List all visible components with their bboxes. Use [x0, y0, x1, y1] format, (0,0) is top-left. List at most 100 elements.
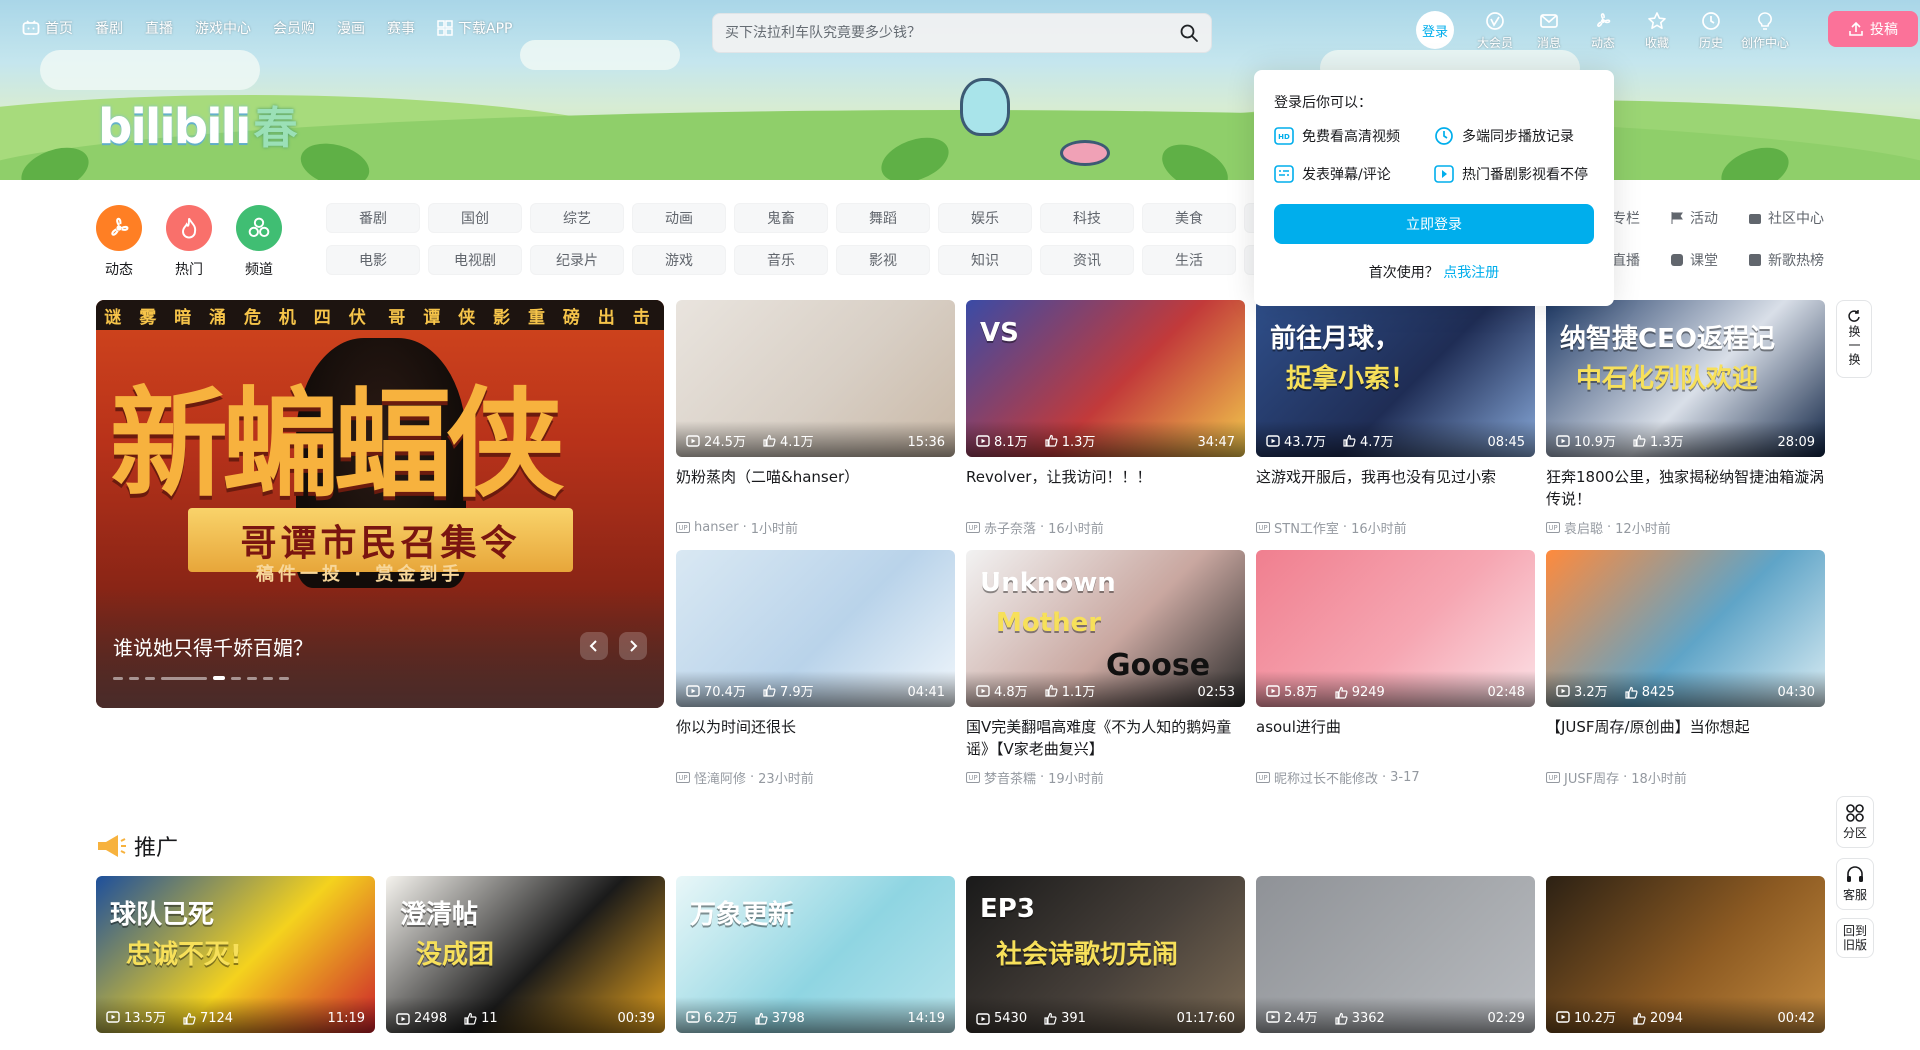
video-thumbnail[interactable]: EP3 社会诗歌切克闹 5430 391 01:17:60 [966, 876, 1245, 1033]
search-input[interactable] [725, 25, 1179, 41]
video-card[interactable]: 澄清帖 没成团 2498 11 00:39 [386, 876, 665, 1033]
video-card[interactable]: 3.2万 8425 04:30 【JUSF周存/原创曲】当你想起 UP JUSF… [1546, 550, 1825, 787]
shortcut-channel[interactable]: 频道 [236, 205, 282, 279]
video-thumbnail[interactable]: 澄清帖 没成团 2498 11 00:39 [386, 876, 665, 1033]
video-title[interactable]: asoul进行曲 [1256, 716, 1535, 760]
side-partition-button[interactable]: 分区 [1836, 796, 1874, 848]
nav-creator-center[interactable]: 创作中心 [1738, 11, 1792, 51]
video-title[interactable]: 这游戏开服后，我再也没有见过小索 [1256, 466, 1535, 510]
search-icon[interactable] [1179, 23, 1199, 43]
carousel-dot[interactable] [213, 676, 225, 680]
video-thumbnail[interactable]: 3.2万 8425 04:30 [1546, 550, 1825, 707]
channel-button[interactable]: 电影 [326, 245, 420, 275]
video-author[interactable]: 昵称过长不能修改 [1274, 768, 1378, 787]
video-title[interactable]: 奶粉蒸肉（二喵&hanser） [676, 466, 955, 510]
side-old-version-button[interactable]: 回到旧版 [1836, 918, 1874, 958]
video-title[interactable]: 【JUSF周存/原创曲】当你想起 [1546, 716, 1825, 760]
video-card[interactable]: 2.4万 3362 02:29 [1256, 876, 1535, 1033]
nav-vip[interactable]: 大会员 [1468, 11, 1522, 51]
video-author[interactable]: hanser [694, 520, 739, 535]
carousel-prev-button[interactable] [580, 632, 608, 660]
channel-button[interactable]: 美食 [1142, 203, 1236, 233]
video-card[interactable]: 纳智捷CEO返程记 中石化列队欢迎 10.9万 1.3万 28:09 狂奔1800… [1546, 300, 1825, 537]
channel-button[interactable]: 纪录片 [530, 245, 624, 275]
video-author[interactable]: 袁启聪 [1564, 518, 1603, 537]
video-thumbnail[interactable]: 2.4万 3362 02:29 [1256, 876, 1535, 1033]
side-service-button[interactable]: 客服 [1836, 858, 1874, 910]
channel-button[interactable]: 娱乐 [938, 203, 1032, 233]
banner-carousel[interactable]: 谜 雾 暗 涌 危 机 四 伏哥 谭 侠 影 重 磅 出 击 新蝙蝠侠 哥谭市民… [96, 300, 664, 708]
carousel-title[interactable]: 谁说她只得千娇百媚？ [113, 632, 313, 661]
channel-button[interactable]: 知识 [938, 245, 1032, 275]
channel-button[interactable]: 鬼畜 [734, 203, 828, 233]
video-card[interactable]: 万象更新 6.2万 3798 14:19 [676, 876, 955, 1033]
nav-message[interactable]: 消息 [1522, 11, 1576, 51]
nav-game-center[interactable]: 游戏中心 [195, 18, 251, 38]
channel-button[interactable]: 舞蹈 [836, 203, 930, 233]
shortcut-hot[interactable]: 热门 [166, 205, 212, 279]
video-title[interactable]: Revolver，让我访问！！！ [966, 466, 1245, 510]
video-title[interactable]: 国V完美翻唱高难度《不为人知的鹅妈童谣》【V家老曲复兴】 [966, 716, 1245, 760]
upload-button[interactable]: 投稿 [1828, 11, 1918, 47]
nav-favorites[interactable]: 收藏 [1630, 11, 1684, 51]
channel-button[interactable]: 游戏 [632, 245, 726, 275]
channel-button[interactable]: 生活 [1142, 245, 1236, 275]
video-thumbnail[interactable]: 70.4万 7.9万 04:41 [676, 550, 955, 707]
video-title[interactable]: 你以为时间还很长 [676, 716, 955, 760]
register-link[interactable]: 点我注册 [1443, 265, 1499, 281]
link-activity[interactable]: 活动 [1670, 208, 1748, 228]
nav-dynamic[interactable]: 动态 [1576, 11, 1630, 51]
carousel-dot[interactable] [263, 676, 273, 680]
channel-button[interactable]: 番剧 [326, 203, 420, 233]
nav-live[interactable]: 直播 [145, 18, 173, 38]
video-thumbnail[interactable]: VS 8.1万 1.3万 34:47 [966, 300, 1245, 457]
link-class[interactable]: 课堂 [1670, 250, 1748, 270]
bilibili-logo[interactable]: bilibili春 [98, 92, 297, 156]
video-author[interactable]: STN工作室 [1274, 518, 1339, 537]
video-card[interactable]: VS 8.1万 1.3万 34:47 Revolver，让我访问！！！ UP 赤… [966, 300, 1245, 537]
channel-button[interactable]: 资讯 [1040, 245, 1134, 275]
video-card[interactable]: 球队已死 忠诚不灭! 13.5万 7124 11:19 [96, 876, 375, 1033]
video-thumbnail[interactable]: 纳智捷CEO返程记 中石化列队欢迎 10.9万 1.3万 28:09 [1546, 300, 1825, 457]
video-thumbnail[interactable]: 10.2万 2094 00:42 [1546, 876, 1825, 1033]
carousel-dot[interactable] [231, 676, 241, 680]
channel-button[interactable]: 综艺 [530, 203, 624, 233]
refresh-button[interactable]: 换一换 [1836, 300, 1872, 378]
carousel-dot[interactable] [161, 676, 207, 680]
login-now-button[interactable]: 立即登录 [1274, 204, 1594, 244]
video-card[interactable]: 10.2万 2094 00:42 [1546, 876, 1825, 1033]
nav-download-app[interactable]: 下载APP [437, 18, 512, 38]
video-thumbnail[interactable]: Unknown Mother Goose 4.8万 1.1万 02:53 [966, 550, 1245, 707]
shortcut-dynamic[interactable]: 动态 [96, 205, 142, 279]
link-community[interactable]: 社区中心 [1748, 208, 1858, 228]
channel-button[interactable]: 科技 [1040, 203, 1134, 233]
video-card[interactable]: 前往月球， 捉拿小索！ 43.7万 4.7万 08:45 这游戏开服后，我再也没有… [1256, 300, 1535, 537]
video-author[interactable]: JUSF周存 [1564, 768, 1619, 787]
nav-history[interactable]: 历史 [1684, 11, 1738, 51]
nav-match[interactable]: 赛事 [387, 18, 415, 38]
video-card[interactable]: EP3 社会诗歌切克闹 5430 391 01:17:60 [966, 876, 1245, 1033]
nav-home[interactable]: 首页 [22, 18, 73, 38]
carousel-dot[interactable] [113, 676, 123, 680]
carousel-dot[interactable] [279, 676, 289, 680]
video-thumbnail[interactable]: 前往月球， 捉拿小索！ 43.7万 4.7万 08:45 [1256, 300, 1535, 457]
video-thumbnail[interactable]: 5.8万 9249 02:48 [1256, 550, 1535, 707]
nav-mall[interactable]: 会员购 [273, 18, 315, 38]
channel-button[interactable]: 电视剧 [428, 245, 522, 275]
channel-button[interactable]: 动画 [632, 203, 726, 233]
video-card[interactable]: 70.4万 7.9万 04:41 你以为时间还很长 UP 怪滝阿修 · 23小时… [676, 550, 955, 787]
login-avatar[interactable]: 登录 [1416, 11, 1454, 49]
video-author[interactable]: 梦音茶糯 [984, 768, 1036, 787]
carousel-dot[interactable] [145, 676, 155, 680]
channel-button[interactable]: 影视 [836, 245, 930, 275]
video-thumbnail[interactable]: 24.5万 4.1万 15:36 [676, 300, 955, 457]
video-author[interactable]: 赤子奈落 [984, 518, 1036, 537]
video-card[interactable]: 5.8万 9249 02:48 asoul进行曲 UP 昵称过长不能修改 · 3… [1256, 550, 1535, 787]
carousel-next-button[interactable] [619, 632, 647, 660]
video-title[interactable]: 狂奔1800公里，独家揭秘纳智捷油箱漩涡传说！ [1546, 466, 1825, 510]
channel-button[interactable]: 国创 [428, 203, 522, 233]
nav-bangumi[interactable]: 番剧 [95, 18, 123, 38]
nav-manga[interactable]: 漫画 [337, 18, 365, 38]
channel-button[interactable]: 音乐 [734, 245, 828, 275]
video-thumbnail[interactable]: 球队已死 忠诚不灭! 13.5万 7124 11:19 [96, 876, 375, 1033]
